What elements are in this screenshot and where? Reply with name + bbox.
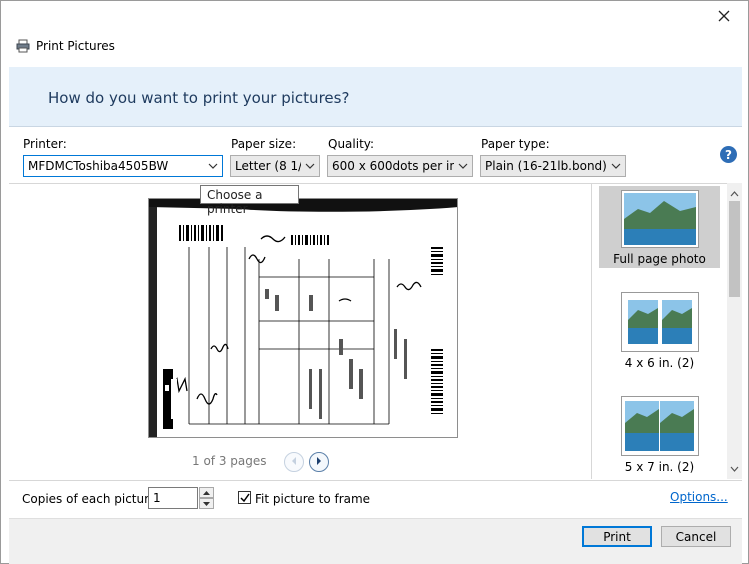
layout-5x7[interactable]: 5 x 7 in. (2) bbox=[599, 396, 720, 478]
scroll-thumb[interactable] bbox=[729, 201, 740, 297]
paper-size-label: Paper size: bbox=[231, 137, 297, 151]
printer-value: MFDMCToshiba4505BW bbox=[28, 159, 169, 173]
caret-up-icon bbox=[203, 490, 210, 495]
copies-input[interactable]: 1 bbox=[148, 487, 198, 509]
next-page-button[interactable] bbox=[309, 452, 329, 472]
arrow-left-icon bbox=[289, 455, 299, 469]
chevron-down-icon bbox=[457, 159, 469, 173]
printer-tooltip: Choose a printer bbox=[200, 185, 299, 216]
copies-increment-button[interactable] bbox=[199, 487, 214, 498]
print-button[interactable]: Print bbox=[582, 526, 652, 547]
close-icon bbox=[718, 10, 730, 25]
layout-thumbnail bbox=[620, 190, 699, 248]
page-indicator: 1 of 3 pages bbox=[192, 454, 267, 468]
printer-label: Printer: bbox=[23, 137, 67, 151]
paper-size-value: Letter (8 1/2 bbox=[235, 159, 301, 173]
window-title: Print Pictures bbox=[36, 39, 115, 53]
cancel-button[interactable]: Cancel bbox=[661, 526, 731, 547]
scanned-document-image bbox=[149, 199, 457, 437]
printer-select[interactable]: MFDMCToshiba4505BW bbox=[23, 155, 223, 177]
chevron-down-icon[interactable] bbox=[730, 461, 739, 475]
layout-label: 5 x 7 in. (2) bbox=[624, 460, 695, 474]
title-bar: Print Pictures bbox=[1, 1, 748, 67]
options-link[interactable]: Options... bbox=[670, 490, 728, 504]
printer-icon bbox=[16, 39, 30, 53]
copies-decrement-button[interactable] bbox=[199, 498, 214, 509]
quality-select[interactable]: 600 x 600dots per inch bbox=[327, 155, 473, 177]
copies-label: Copies of each picture: bbox=[22, 492, 161, 506]
help-icon[interactable]: ? bbox=[720, 146, 737, 163]
quality-label: Quality: bbox=[328, 137, 375, 151]
layout-4x6[interactable]: 4 x 6 in. (2) bbox=[599, 292, 720, 374]
paper-type-select[interactable]: Plain (16-21lb.bond) bbox=[480, 155, 626, 177]
fit-picture-checkbox[interactable] bbox=[238, 491, 251, 504]
paper-type-value: Plain (16-21lb.bond) bbox=[485, 159, 607, 173]
chevron-up-icon[interactable] bbox=[730, 186, 739, 200]
fit-picture-label[interactable]: Fit picture to frame bbox=[255, 492, 370, 506]
header-question: How do you want to print your pictures? bbox=[48, 89, 350, 107]
layout-full-page-photo[interactable]: Full page photo bbox=[599, 186, 720, 268]
checkmark-icon bbox=[239, 493, 250, 502]
quality-value: 600 x 600dots per inch bbox=[332, 159, 454, 173]
layout-list: Full page photo 4 x 6 in. (2) 5 x 7 in. … bbox=[591, 183, 742, 479]
chevron-down-icon bbox=[207, 159, 219, 173]
dialog-header: How do you want to print your pictures? bbox=[9, 67, 742, 127]
paper-type-label: Paper type: bbox=[481, 137, 550, 151]
arrow-right-icon bbox=[314, 455, 324, 469]
layout-thumbnail bbox=[620, 396, 699, 456]
chevron-down-icon bbox=[610, 159, 622, 173]
previous-page-button[interactable] bbox=[284, 452, 304, 472]
page-preview bbox=[148, 198, 458, 438]
chevron-down-icon bbox=[304, 159, 316, 173]
close-button[interactable] bbox=[710, 5, 738, 29]
paper-size-select[interactable]: Letter (8 1/2 bbox=[230, 155, 320, 177]
layout-label: Full page photo bbox=[613, 252, 706, 266]
layout-label: 4 x 6 in. (2) bbox=[624, 356, 695, 370]
print-pictures-dialog: Print Pictures How do you want to print … bbox=[0, 0, 749, 564]
caret-down-icon bbox=[203, 501, 210, 506]
layout-thumbnail bbox=[620, 292, 699, 352]
layout-scrollbar[interactable] bbox=[727, 183, 742, 479]
